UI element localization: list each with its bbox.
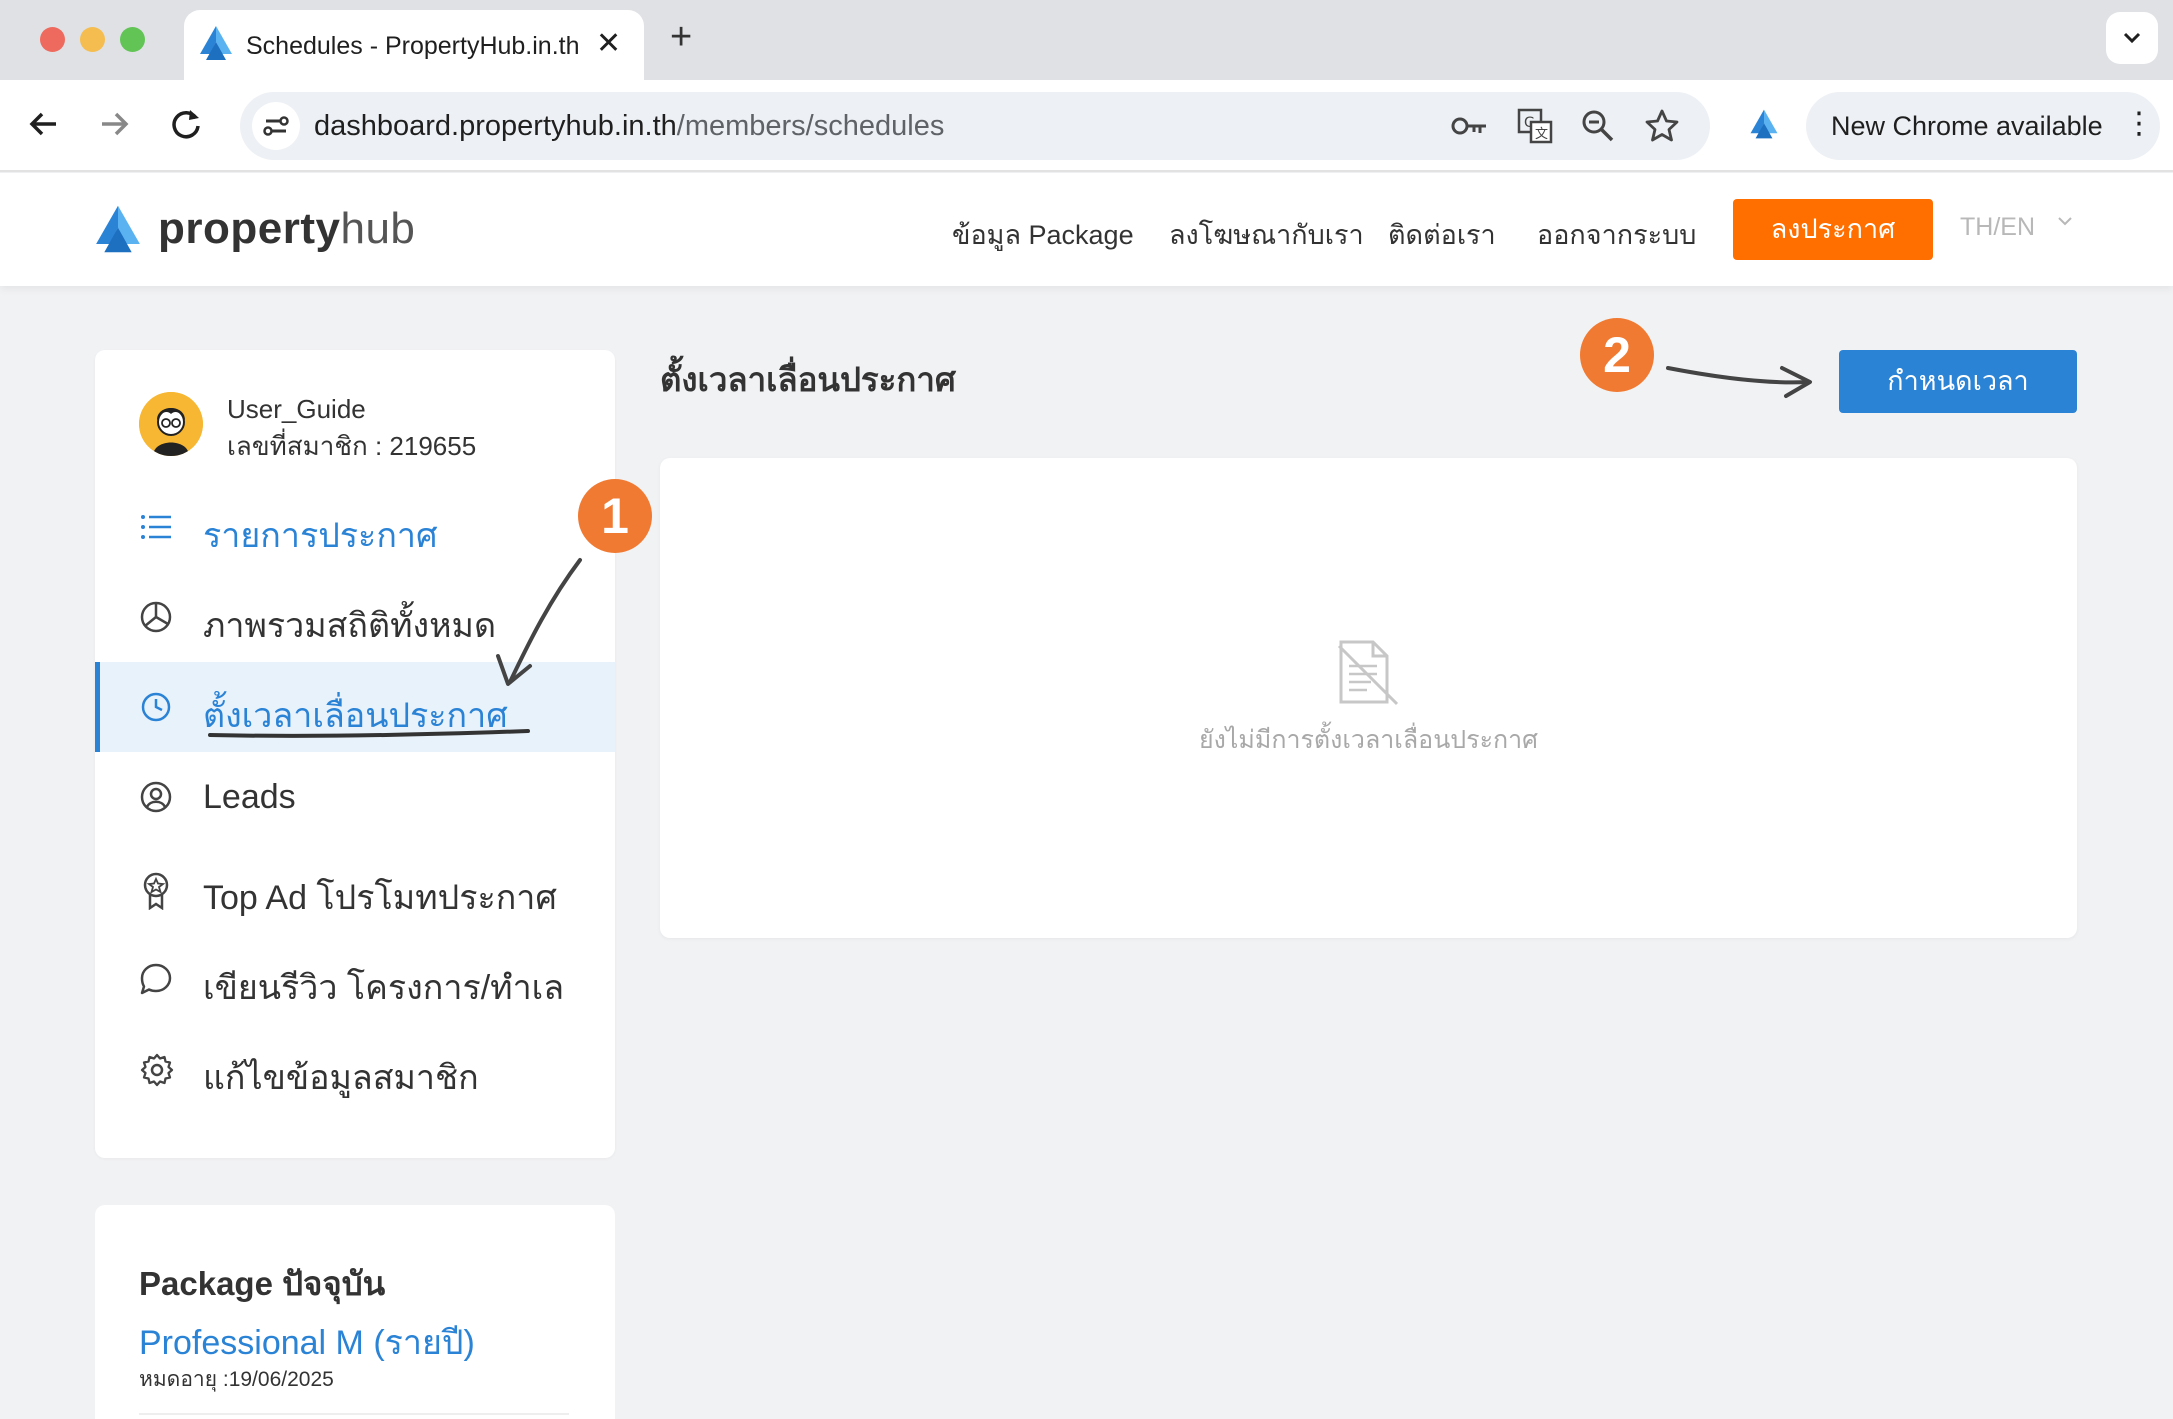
logo-text-bold: property — [158, 204, 341, 253]
tab-close-icon[interactable]: ✕ — [596, 26, 621, 61]
gear-icon — [139, 1052, 174, 1087]
list-icon — [139, 510, 173, 544]
sidebar-item-label: ตั้งเวลาเลื่อนประกาศ — [203, 697, 508, 735]
nav-contact[interactable]: ติดต่อเรา — [1388, 213, 1496, 256]
divider — [139, 1413, 569, 1415]
language-switch[interactable]: TH/EN — [1960, 213, 2035, 242]
propertyhub-extension-icon[interactable] — [1748, 108, 1780, 145]
new-chrome-available-button[interactable]: New Chrome available ⋮ — [1806, 92, 2160, 160]
sidebar-item-top-ad[interactable]: Top Ad โปรโมทประกาศ — [95, 844, 615, 934]
page-title: ตั้งเวลาเลื่อนประกาศ — [660, 361, 956, 398]
sidebar-item-label: แก้ไขข้อมูลสมาชิก — [203, 1059, 479, 1097]
chat-bubble-icon — [139, 962, 173, 996]
propertyhub-logo[interactable]: propertyhub — [92, 203, 415, 255]
package-name[interactable]: Professional M (รายปี) — [139, 1315, 475, 1369]
reload-button[interactable] — [168, 106, 204, 149]
key-icon[interactable] — [1450, 108, 1490, 149]
pie-chart-icon — [139, 600, 173, 634]
post-listing-button[interactable]: ลงประกาศ — [1733, 199, 1933, 260]
translate-icon[interactable]: G文 — [1517, 108, 1553, 149]
sidebar-item-schedules[interactable]: ตั้งเวลาเลื่อนประกาศ — [95, 662, 615, 752]
arrow-right-icon — [102, 112, 129, 136]
sidebar-item-label: รายการประกาศ — [203, 517, 438, 555]
current-package-card: Package ปัจจุบัน Professional M (รายปี) … — [95, 1205, 615, 1419]
empty-state-message: ยังไม่มีการตั้งเวลาเลื่อนประกาศ — [1198, 726, 1539, 754]
sidebar-item-label: ภาพรวมสถิติทั้งหมด — [203, 607, 497, 645]
svg-text:文: 文 — [1535, 127, 1548, 142]
url-domain: dashboard.propertyhub.in.th — [314, 110, 677, 142]
arrow-left-icon — [29, 112, 56, 136]
sidebar-item-label: เขียนรีวิว โครงการ/ทำเล — [203, 969, 565, 1007]
sidebar-item-listings[interactable]: รายการประกาศ — [95, 482, 615, 572]
browser-toolbar: dashboard.propertyhub.in.th/members/sche… — [0, 80, 2173, 172]
package-title: Package ปัจจุบัน — [139, 1265, 386, 1302]
close-window-button[interactable] — [40, 27, 65, 52]
browser-tab-bar: Schedules - PropertyHub.in.th ✕ + — [0, 0, 2173, 80]
nav-logout[interactable]: ออกจากระบบ — [1537, 213, 1696, 256]
back-button[interactable] — [26, 106, 62, 149]
bookmark-star-icon[interactable] — [1644, 108, 1680, 149]
arrow-to-schedule-button — [1666, 366, 1810, 385]
reload-icon — [172, 110, 200, 139]
tab-search-button[interactable] — [2106, 12, 2158, 64]
package-expiry: หมดอายุ :19/06/2025 — [139, 1368, 334, 1391]
address-bar[interactable]: dashboard.propertyhub.in.th/members/sche… — [240, 92, 1710, 160]
sidebar-item-leads[interactable]: Leads — [95, 752, 615, 842]
sidebar-item-write-review[interactable]: เขียนรีวิว โครงการ/ทำเล — [95, 934, 615, 1024]
minimize-window-button[interactable] — [80, 27, 105, 52]
step-1-badge: 1 — [578, 479, 652, 553]
url-path: /members/schedules — [676, 110, 945, 142]
tab-title: Schedules - PropertyHub.in.th — [246, 32, 580, 60]
schedules-list-panel: ยังไม่มีการตั้งเวลาเลื่อนประกาศ — [660, 458, 2077, 938]
award-icon — [139, 872, 173, 911]
update-label: New Chrome available — [1831, 111, 2103, 141]
new-tab-button[interactable]: + — [670, 18, 692, 56]
sidebar-item-edit-profile[interactable]: แก้ไขข้อมูลสมาชิก — [95, 1024, 615, 1114]
member-id: เลขที่สมาชิก : 219655 — [227, 431, 477, 461]
more-options-icon[interactable]: ⋮ — [2124, 106, 2154, 141]
nav-package-info[interactable]: ข้อมูล Package — [952, 213, 1134, 256]
language-chevron-icon[interactable] — [2055, 211, 2075, 237]
clock-icon — [139, 690, 173, 724]
site-info-icon[interactable] — [252, 102, 300, 150]
site-header: propertyhub ข้อมูล Package ลงโฆษณากับเรา… — [0, 173, 2173, 286]
sidebar-item-label: Leads — [203, 778, 296, 816]
empty-document-icon — [1335, 638, 1401, 713]
url-text[interactable]: dashboard.propertyhub.in.th/members/sche… — [314, 110, 944, 143]
nav-advertise[interactable]: ลงโฆษณากับเรา — [1169, 213, 1364, 256]
maximize-window-button[interactable] — [120, 27, 145, 52]
arrow-head-2 — [1780, 366, 1812, 398]
sidebar-item-label: Top Ad โปรโมทประกาศ — [203, 879, 557, 917]
logo-text: propertyhub — [158, 204, 415, 254]
propertyhub-favicon-icon — [198, 24, 234, 67]
member-sidebar: User_Guide เลขที่สมาชิก : 219655 รายการป… — [95, 350, 615, 1158]
zoom-icon[interactable] — [1580, 108, 1616, 149]
user-circle-icon — [139, 780, 173, 814]
avatar — [139, 392, 203, 456]
logo-mark-icon — [96, 205, 140, 253]
sidebar-item-statistics[interactable]: ภาพรวมสถิติทั้งหมด — [95, 572, 615, 662]
active-tab[interactable]: Schedules - PropertyHub.in.th ✕ — [184, 10, 644, 80]
step-2-badge: 2 — [1580, 318, 1654, 392]
logo-text-light: hub — [340, 204, 416, 253]
chevron-down-icon — [2123, 32, 2141, 44]
set-schedule-button[interactable]: กำหนดเวลา — [1839, 350, 2077, 413]
user-name: User_Guide — [227, 394, 366, 424]
forward-button[interactable] — [96, 106, 132, 149]
